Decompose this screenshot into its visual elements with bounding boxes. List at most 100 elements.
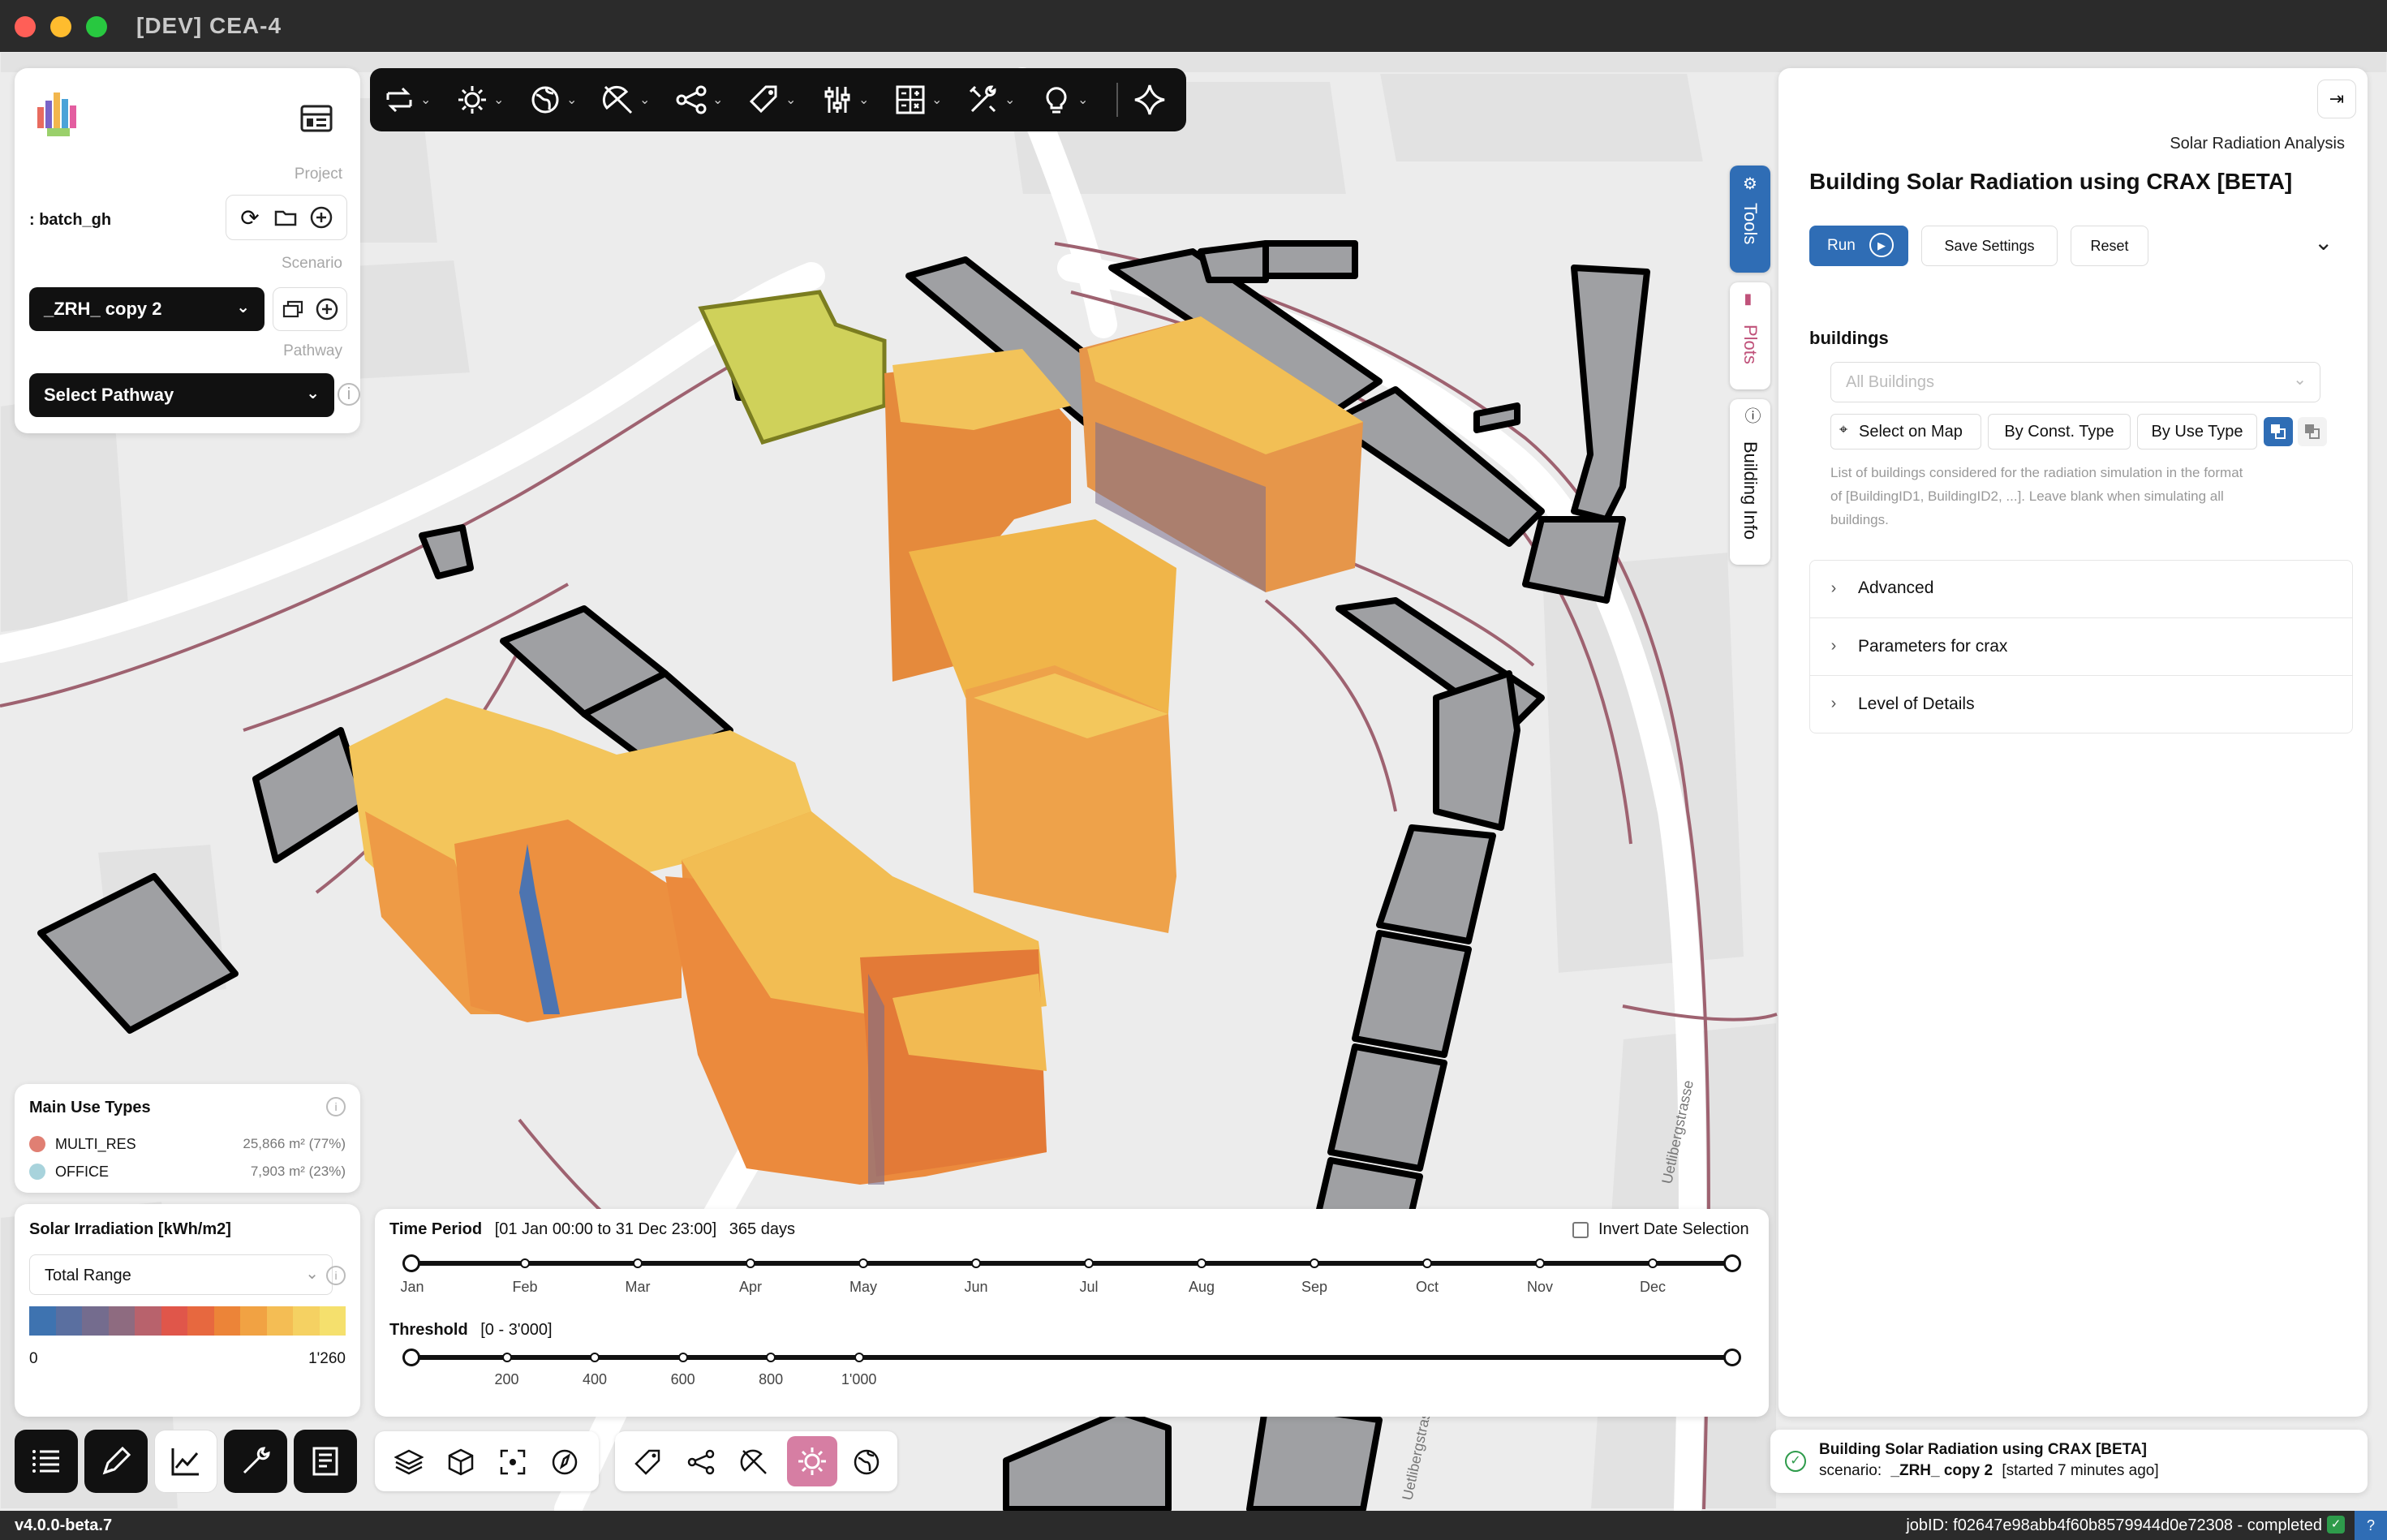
threshold-max-handle[interactable] bbox=[1723, 1349, 1741, 1366]
accordion-advanced[interactable]: › Advanced bbox=[1809, 560, 2353, 617]
duplicate-scenario-icon[interactable] bbox=[276, 292, 310, 326]
buildings-select[interactable]: All Buildings ⌄ bbox=[1830, 362, 2320, 402]
edit-button[interactable] bbox=[84, 1430, 148, 1493]
toolbar-tools-menu[interactable]: ⌄ bbox=[967, 76, 1015, 123]
focus-icon[interactable] bbox=[492, 1441, 534, 1483]
scenario-select[interactable]: _ZRH_ copy 2 ⌄ bbox=[29, 287, 265, 331]
tools-panel-button[interactable] bbox=[224, 1430, 287, 1493]
add-project-icon[interactable] bbox=[303, 200, 339, 235]
chevron-down-icon: ⌄ bbox=[2293, 371, 2307, 389]
threshold-tick bbox=[677, 1353, 688, 1362]
legend-info-icon[interactable]: i bbox=[326, 1097, 346, 1116]
refresh-icon[interactable]: ⟳ bbox=[232, 200, 268, 235]
chevron-down-icon: ⌄ bbox=[306, 385, 320, 402]
toolbar-settings-menu[interactable]: ⌄ bbox=[821, 76, 869, 123]
color-scale-step bbox=[240, 1306, 267, 1336]
accordion-advanced-label: Advanced bbox=[1858, 579, 1934, 597]
reset-button[interactable]: Reset bbox=[2071, 226, 2148, 266]
color-scale-step bbox=[293, 1306, 320, 1336]
subtract-selection-icon[interactable] bbox=[2298, 417, 2327, 446]
main-toolbar: ⌄ ⌄ ⌄ ⌄ ⌄ ⌄ ⌄ ⌄ ⌄ ⌄ bbox=[370, 68, 1186, 131]
toolbar-network-menu[interactable]: ⌄ bbox=[675, 76, 723, 123]
irradiation-range-select[interactable]: Total Range ⌄ bbox=[29, 1254, 333, 1295]
pathway-info-icon[interactable]: i bbox=[338, 383, 360, 406]
threshold-min-handle[interactable] bbox=[402, 1349, 420, 1366]
accordion-level-of-details[interactable]: › Level of Details bbox=[1809, 675, 2353, 732]
expand-chevron-icon[interactable]: ⌄ bbox=[2314, 229, 2333, 256]
by-use-type-button[interactable]: By Use Type bbox=[2137, 414, 2257, 450]
tab-building-info[interactable]: ⓘ Building Info bbox=[1730, 399, 1770, 565]
invert-date-checkbox[interactable] bbox=[1572, 1222, 1589, 1238]
project-info-icon[interactable] bbox=[294, 96, 339, 141]
toolbar-shading-menu[interactable]: ⌄ bbox=[602, 76, 650, 123]
tab-tools[interactable]: ⚙ Tools bbox=[1730, 166, 1770, 273]
chart-button[interactable] bbox=[154, 1430, 217, 1493]
tools-icon bbox=[969, 85, 996, 113]
month-tick bbox=[1422, 1258, 1432, 1268]
tab-plots[interactable]: ▮ Plots bbox=[1730, 282, 1770, 389]
toolbar-solar-menu[interactable]: ⌄ bbox=[456, 76, 504, 123]
add-selection-icon[interactable] bbox=[2264, 417, 2293, 446]
threshold-tick-label: 800 bbox=[759, 1371, 784, 1387]
sparkle-icon bbox=[1134, 84, 1165, 115]
threshold-label: Threshold bbox=[389, 1321, 468, 1339]
collapse-panel-button[interactable]: ⇥ bbox=[2317, 80, 2356, 118]
shade-layer-icon[interactable] bbox=[733, 1441, 776, 1483]
chevron-right-icon: › bbox=[1830, 695, 1837, 712]
sliders-icon bbox=[824, 87, 850, 113]
buildings-label: buildings bbox=[1809, 328, 1889, 348]
toolbar-ai-button[interactable] bbox=[1133, 76, 1167, 123]
tab-building-info-label: Building Info bbox=[1740, 441, 1761, 540]
time-end-handle[interactable] bbox=[1723, 1254, 1741, 1272]
month-tick bbox=[858, 1258, 868, 1268]
toolbar-arrows-menu[interactable]: ⌄ bbox=[383, 76, 431, 123]
lightbulb-icon bbox=[1046, 87, 1067, 114]
save-settings-button[interactable]: Save Settings bbox=[1921, 226, 2058, 266]
network-layer-icon[interactable] bbox=[680, 1441, 722, 1483]
job-notification[interactable]: ✓ Building Solar Radiation using CRAX [B… bbox=[1770, 1430, 2368, 1493]
time-period-slider[interactable] bbox=[411, 1261, 1731, 1266]
layers-icon[interactable] bbox=[388, 1441, 430, 1483]
threshold-tick-label: 400 bbox=[583, 1371, 608, 1387]
document-icon bbox=[312, 1447, 338, 1476]
title-bar: [DEV] CEA-4 bbox=[0, 0, 2387, 52]
month-tick bbox=[1535, 1258, 1545, 1268]
select-on-map-button[interactable]: ⌖ Select on Map bbox=[1830, 414, 1981, 450]
irradiation-info-icon[interactable]: i bbox=[326, 1266, 346, 1285]
accordion-parameters-for-crax[interactable]: › Parameters for crax bbox=[1809, 617, 2353, 674]
maximize-window-button[interactable] bbox=[86, 16, 107, 37]
minimize-window-button[interactable] bbox=[50, 16, 71, 37]
cube-3d-icon[interactable] bbox=[440, 1441, 482, 1483]
tag-layer-icon[interactable] bbox=[626, 1441, 669, 1483]
shade-icon bbox=[602, 85, 633, 114]
run-button[interactable]: Run ▶ bbox=[1809, 226, 1908, 266]
toolbar-calculator-menu[interactable]: ⌄ bbox=[894, 76, 942, 123]
close-window-button[interactable] bbox=[15, 16, 36, 37]
toolbar-tag-menu[interactable]: ⌄ bbox=[748, 76, 796, 123]
time-start-handle[interactable] bbox=[402, 1254, 420, 1272]
document-button[interactable] bbox=[294, 1430, 357, 1493]
add-scenario-icon[interactable] bbox=[310, 292, 344, 326]
solar-layer-icon[interactable] bbox=[787, 1436, 837, 1486]
color-scale-step bbox=[29, 1306, 56, 1336]
climate-layer-icon[interactable] bbox=[845, 1441, 888, 1483]
by-const-type-button[interactable]: By Const. Type bbox=[1988, 414, 2131, 450]
list-view-button[interactable] bbox=[15, 1430, 78, 1493]
legend-title: Main Use Types bbox=[29, 1099, 151, 1116]
selected-building bbox=[698, 290, 887, 445]
toolbar-ideas-menu[interactable]: ⌄ bbox=[1040, 76, 1088, 123]
pathway-select-value: Select Pathway bbox=[44, 385, 174, 405]
toolbar-climate-menu[interactable]: ⌄ bbox=[529, 76, 577, 123]
compass-icon[interactable] bbox=[544, 1441, 586, 1483]
completed-check-icon: ✓ bbox=[2327, 1516, 2345, 1534]
status-bar: v4.0.0-beta.7 jobID: f02647e98abb4f60b85… bbox=[0, 1511, 2387, 1540]
threshold-slider[interactable] bbox=[411, 1355, 1731, 1360]
pathway-select[interactable]: Select Pathway ⌄ bbox=[29, 373, 334, 417]
line-chart-icon bbox=[171, 1448, 199, 1476]
pen-icon bbox=[102, 1446, 131, 1475]
help-icon[interactable]: ? bbox=[2355, 1511, 2387, 1540]
month-tick bbox=[746, 1258, 755, 1268]
job-scenario: _ZRH_ copy 2 bbox=[1890, 1462, 1993, 1479]
threshold-tick-label: 600 bbox=[670, 1371, 695, 1387]
open-folder-icon[interactable] bbox=[268, 200, 303, 235]
